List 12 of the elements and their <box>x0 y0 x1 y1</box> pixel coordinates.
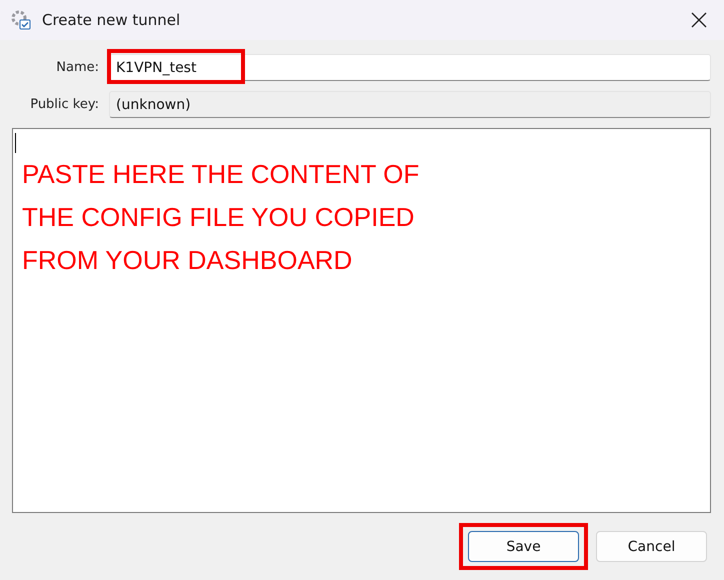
annotation-text: PASTE HERE THE CONTENT OF THE CONFIG FILE YOU COPIED FROM YOUR DASHBOARD <box>22 158 420 277</box>
dialog-button[interactable]: Save <box>468 531 579 562</box>
window-title: Create new tunnel <box>42 11 182 29</box>
config-editor[interactable]: PASTE HERE THE CONTENT OF THE CONFIG FILE YOU COPIED FROM YOUR DASHBOARD <box>12 128 711 513</box>
readonly-field[interactable]: (unknown) <box>109 91 711 118</box>
text-cursor <box>15 133 16 153</box>
dialog-button[interactable]: Cancel <box>596 531 707 562</box>
close-icon <box>691 12 707 28</box>
settings-icon <box>10 9 32 31</box>
field-label: Public key: <box>29 97 100 112</box>
input-field[interactable]: K1VPN_test <box>109 54 711 81</box>
field-label: Name: <box>55 60 100 75</box>
